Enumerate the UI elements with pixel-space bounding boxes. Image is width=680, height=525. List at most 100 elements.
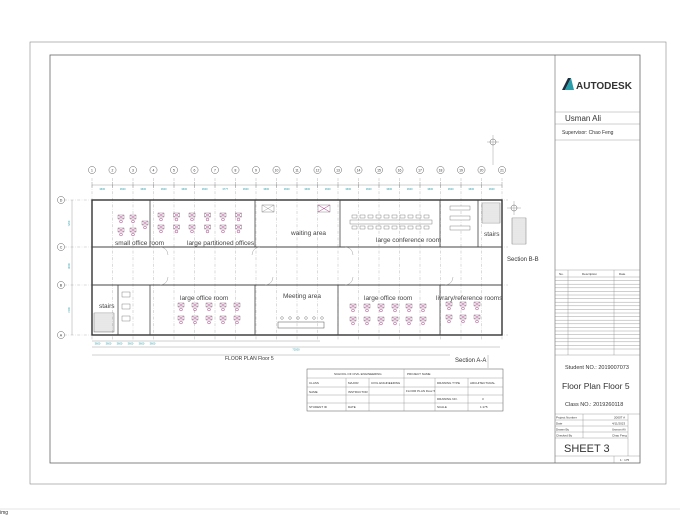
drawing-title: Floor Plan Floor 5 (562, 381, 630, 391)
grid-bubble-col-label: 16 (398, 168, 402, 172)
room-label-stairs-bottom: stairs (99, 303, 115, 310)
conference-chair (423, 225, 430, 230)
conference-chair (351, 225, 358, 230)
meta-label-date: Date (556, 422, 563, 426)
info-school: SCHOOL OF CIVIL ENGINEERING (334, 372, 382, 376)
meta-value-checked: Chao Feng (612, 434, 627, 438)
meta-label-drawn: Drawn By (556, 428, 570, 432)
conference-chair (399, 225, 406, 230)
conference-chair (375, 225, 382, 230)
grid-bubble-col-label: 18 (439, 168, 443, 172)
info-date: DATE (348, 405, 356, 409)
bottom-dimension-value: 3600 (106, 342, 112, 346)
bottom-total-value: 72000 (292, 348, 300, 352)
info-class: CLASS (309, 381, 319, 385)
bottom-dimension-value: 3600 (117, 342, 123, 346)
grid-bubble-col-label: 8 (235, 168, 237, 172)
shelf-unit (449, 205, 471, 211)
grid-bubble-col-label: 11 (295, 168, 299, 172)
meta-value-drawn: Usman Ali (612, 428, 626, 432)
side-dimension-value: 7200 (67, 220, 71, 226)
conference-chair (391, 225, 398, 230)
info-student-id: STUDENT ID (309, 405, 328, 409)
room-label-partitioned-offices: large partitioned offices (187, 240, 255, 247)
info-scale-value: 1:175 (480, 405, 488, 409)
conference-chair (383, 214, 390, 219)
grid-bubble-col-label: 9 (255, 168, 257, 172)
info-major: MAJOR (348, 381, 359, 385)
top-dimension-value: 3600 (448, 187, 454, 191)
room-label-conference: large conference room (376, 237, 441, 244)
conference-chair (359, 214, 366, 219)
bottom-dimension-value: 3600 (150, 342, 156, 346)
top-dimension-value: 3600 (427, 187, 433, 191)
meta-label-checked: Checked By (556, 434, 573, 438)
top-dimension-value: 3600 (386, 187, 392, 191)
storage-unit (121, 303, 131, 310)
grid-bubble-col-label: 13 (336, 168, 340, 172)
grid-bubble-col-label: 17 (418, 168, 422, 172)
conference-chair (407, 214, 414, 219)
top-dimension-value: 3600 (325, 187, 331, 191)
conference-chair (383, 225, 390, 230)
shelf-unit (449, 215, 471, 221)
top-dimension-value: 3600 (284, 187, 290, 191)
conference-chair (415, 225, 422, 230)
room-label-large-office-right: large office room (364, 295, 412, 302)
grid-bubble-row-label: D (60, 198, 63, 202)
bottom-dimension-value: 3600 (139, 342, 145, 346)
room-label-stairs-top: stairs (484, 231, 500, 238)
top-dimension-value: 3600 (140, 187, 146, 191)
grid-bubble-row-label: C (60, 245, 63, 249)
grid-bubble-col-label: 6 (194, 168, 196, 172)
grid-bubble-col-label: 4 (153, 168, 155, 172)
info-major-value: CIVIL ENGINEERING (371, 381, 401, 385)
top-dimension-value: 3600 (407, 187, 413, 191)
top-dimension-value: 3600 (489, 187, 495, 191)
grid-bubble-col-label: 7 (214, 168, 216, 172)
conference-chair (351, 214, 358, 219)
top-dimension-value: 3600 (243, 187, 249, 191)
plan-caption: FLOOR PLAN Floor 5 (225, 356, 274, 362)
top-dimension-value: 3600 (366, 187, 372, 191)
top-dimension-value: 3777 (222, 187, 228, 191)
bottom-dimension-value: 3600 (95, 342, 101, 346)
section-bb-label: Section B-B (507, 257, 539, 263)
column-grid-bubbles: 1 2 3 4 5 6 7 8 9 10 11 12 13 14 15 16 17 18 19 20 21 (88, 166, 506, 174)
info-drawing-type: DRAWING TYPE (437, 381, 460, 385)
grid-bubble-col-label: 1 (91, 168, 93, 172)
grid-bubble-col-label: 14 (357, 168, 361, 172)
top-dimension-value: 3600 (468, 187, 474, 191)
conference-chair (399, 214, 406, 219)
grid-bubble-col-label: 21 (500, 168, 504, 172)
grid-bubble-col-label: 10 (275, 168, 279, 172)
grid-bubble-col-label: 2 (112, 168, 114, 172)
class-number: Class NO.: 2019260118 (565, 402, 623, 408)
top-dimension-value: 3600 (99, 187, 105, 191)
meta-value-date: 4/11/2023 (612, 422, 625, 426)
author-name: Usman Ali (565, 114, 601, 123)
conference-chair (407, 225, 414, 230)
shelf-unit (449, 225, 471, 231)
bottom-dimension-value: 3600 (128, 342, 134, 346)
room-label-small-office: small office room (115, 240, 164, 247)
top-dimension-value: 3600 (181, 187, 187, 191)
conference-chair (415, 214, 422, 219)
brand-name: AUTODESK (576, 81, 633, 92)
top-dimension-value: 3600 (304, 187, 310, 191)
top-dimension-value: 3600 (202, 187, 208, 191)
grid-bubble-col-label: 19 (459, 168, 463, 172)
sheet-number: SHEET 3 (564, 443, 610, 455)
info-instructor: INSTRUCTOR (348, 390, 368, 394)
room-label-library: livrary/reference rooms (436, 295, 503, 302)
conference-chair (391, 214, 398, 219)
info-drawing-no: DRAWING NO. (437, 397, 458, 401)
conference-chair (367, 214, 374, 219)
top-dimension-value: 3600 (161, 187, 167, 191)
revision-header-description: Description (582, 272, 597, 276)
grid-bubble-col-label: 5 (173, 168, 175, 172)
grid-bubble-col-label: 15 (377, 168, 381, 172)
meta-label-project: Project Number (556, 416, 577, 420)
conference-chair (367, 225, 374, 230)
grid-bubble-col-label: 20 (480, 168, 484, 172)
